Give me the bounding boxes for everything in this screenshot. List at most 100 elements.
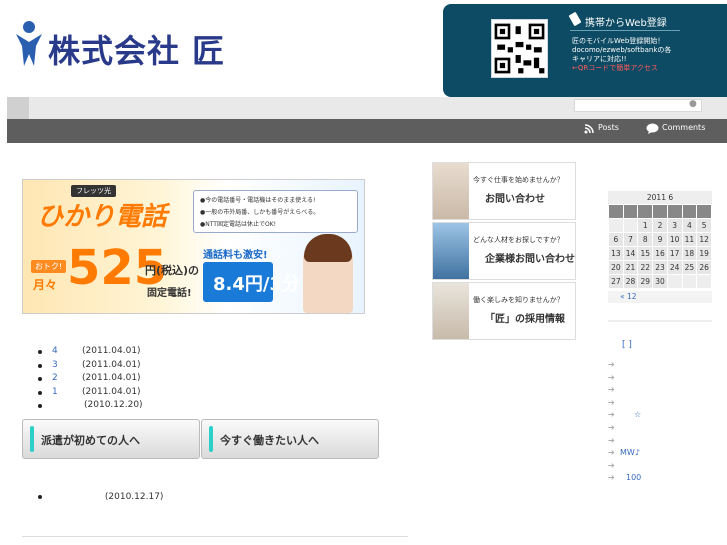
photo <box>433 223 469 279</box>
calendar-day: 2 <box>652 218 668 233</box>
posts-feed-link[interactable]: Posts <box>598 123 619 132</box>
button-accent <box>30 426 34 452</box>
divider <box>570 30 680 31</box>
calendar-day: 27 <box>608 274 624 289</box>
weekday-header <box>608 204 624 219</box>
sidebar-item-label: 100 <box>626 473 642 483</box>
news-link[interactable]: 1 <box>52 387 58 397</box>
calendar-day <box>608 218 624 233</box>
calendar-grid: 12345 6 7 8 9 10 11 12 13 14 15 16 17 18 19 20 21 22 23… <box>608 204 712 289</box>
sidebar-item[interactable]: ➔ <box>608 436 712 449</box>
news-date: (2011.04.01) <box>82 359 141 370</box>
sidebar-item[interactable]: ➔ <box>608 398 712 411</box>
sidebar-item[interactable]: ➔ ☆ <box>608 410 712 423</box>
calendar-day: 18 <box>681 246 698 261</box>
search-icon[interactable]: ● <box>689 99 697 109</box>
weekday-header <box>652 204 668 219</box>
button-accent <box>209 426 213 452</box>
bullet <box>38 350 42 354</box>
price-unit: 円(税込)の <box>145 264 200 277</box>
feed-bar <box>7 119 727 143</box>
hikari-phone-banner[interactable]: フレッツ光 ひかり電話 おトク! 月々 525 円(税込)の 固定電話! ●今の… <box>22 179 365 314</box>
arrow-right-icon: ➔ <box>608 385 615 395</box>
work-now-button[interactable]: 今すぐ働きたい人へ <box>201 419 379 459</box>
news-date: (2010.12.20) <box>84 400 143 410</box>
recruitment-banner[interactable]: 働く楽しみを知りませんか？ 「匠」の採用情報 <box>432 282 576 340</box>
calendar-day: 4 <box>681 218 698 233</box>
weekday-header <box>696 204 712 219</box>
calendar-day: 29 <box>637 274 654 289</box>
news-link[interactable]: 3 <box>52 360 58 370</box>
calendar-day: 12 <box>696 232 712 247</box>
calendar-day: 25 <box>681 260 698 275</box>
feature-text: ●一般の市外局番、しかも番号がえらべる。 <box>200 209 320 216</box>
weekday-header <box>622 204 639 219</box>
bullet <box>38 404 42 408</box>
first-time-button[interactable]: 派遣が初めての人へ <box>22 419 200 459</box>
feature-box: ●今の電話番号・電話機はそのまま使える! ●一般の市外局番、しかも番号がえらべる… <box>193 190 358 233</box>
button-label: 今すぐ働きたい人へ <box>220 434 319 447</box>
arrow-right-icon: ➔ <box>608 448 615 458</box>
deal-badge: おトク! <box>31 260 67 273</box>
bullet <box>38 494 42 499</box>
nav-tab[interactable] <box>7 97 29 119</box>
calendar-day: 16 <box>652 246 668 261</box>
sidebar-item[interactable]: ➔ <box>608 360 712 373</box>
photo <box>433 163 469 219</box>
calendar-day: 24 <box>666 260 683 275</box>
search-input[interactable] <box>574 99 702 112</box>
calendar-day: 22 <box>637 260 654 275</box>
news-link[interactable]: 4 <box>52 346 58 356</box>
logo-icon <box>16 21 42 66</box>
calendar-day: 6 <box>608 232 624 247</box>
sidebar-item-label: ☆ <box>634 410 642 420</box>
sidebar-item[interactable]: ➔ <box>608 423 712 436</box>
arrow-right-icon: ➔ <box>608 397 615 407</box>
contact-banner[interactable]: 今すぐ仕事を始めませんか？ お問い合わせ <box>432 162 576 220</box>
calendar-day: 19 <box>696 246 712 261</box>
banner-title: お問い合わせ <box>485 194 545 205</box>
bullet <box>38 390 42 395</box>
calendar-day <box>696 274 712 289</box>
calendar: 2011 6 12345 6 7 8 9 10 11 12 13 14 15 16 17 18 19 2… <box>608 191 712 303</box>
feature-text: ●今の電話番号・電話機はそのまま使える! <box>200 197 316 204</box>
calendar-day <box>666 274 683 289</box>
bullet <box>38 363 42 368</box>
calendar-day: 17 <box>666 246 683 261</box>
calendar-day: 8 <box>637 232 654 247</box>
calendar-day: 5 <box>696 218 712 233</box>
sidebar-item[interactable]: ➔ <box>608 373 712 386</box>
sidebar-link-list: ➔ ➔ ➔ ➔ ➔ ☆ ➔ ➔ ➔ MW♪ ➔ ➔ 100 <box>608 360 712 486</box>
sidebar-item[interactable]: ➔ 100 <box>608 473 712 486</box>
feature-text: ●NTT固定電話は休止でOK! <box>200 221 277 228</box>
weekday-header <box>681 204 698 219</box>
calendar-day: 23 <box>652 260 668 275</box>
calendar-day: 28 <box>622 274 639 289</box>
calendar-prev-link[interactable]: « 12 <box>608 291 712 303</box>
corporate-contact-banner[interactable]: どんな人材をお探しですか？ 企業様お問い合わせ <box>432 222 576 280</box>
mobile-promo-title: 携帯からWeb登録 <box>585 18 667 29</box>
sidebar-item[interactable]: ➔ <box>608 461 712 474</box>
divider <box>22 536 408 537</box>
calendar-day: 15 <box>637 246 654 261</box>
qr-note: ←QRコードで簡単アクセス <box>572 64 658 72</box>
call-fee-label: 通話料も激安! <box>203 250 268 261</box>
sidebar-item[interactable]: ➔ <box>608 385 712 398</box>
qr-code-icon[interactable] <box>491 19 548 78</box>
rate-value: 8.4円/3分 <box>213 274 300 295</box>
sidebar-item[interactable]: ➔ MW♪ <box>608 448 712 461</box>
calendar-day: 3 <box>666 218 683 233</box>
button-label: 派遣が初めての人へ <box>41 434 140 447</box>
calendar-day: 11 <box>681 232 698 247</box>
divider <box>608 320 712 322</box>
sidebar-heading: [ ] <box>622 340 632 350</box>
news-link[interactable]: 2 <box>52 373 58 383</box>
arrow-right-icon: ➔ <box>608 460 615 470</box>
calendar-day <box>681 274 698 289</box>
operator-hair <box>304 234 352 262</box>
calendar-day: 10 <box>666 232 683 247</box>
rss-icon <box>584 124 594 134</box>
arrow-right-icon: ➔ <box>608 360 615 369</box>
arrow-right-icon: ➔ <box>608 410 615 420</box>
comments-feed-link[interactable]: Comments <box>662 123 705 132</box>
